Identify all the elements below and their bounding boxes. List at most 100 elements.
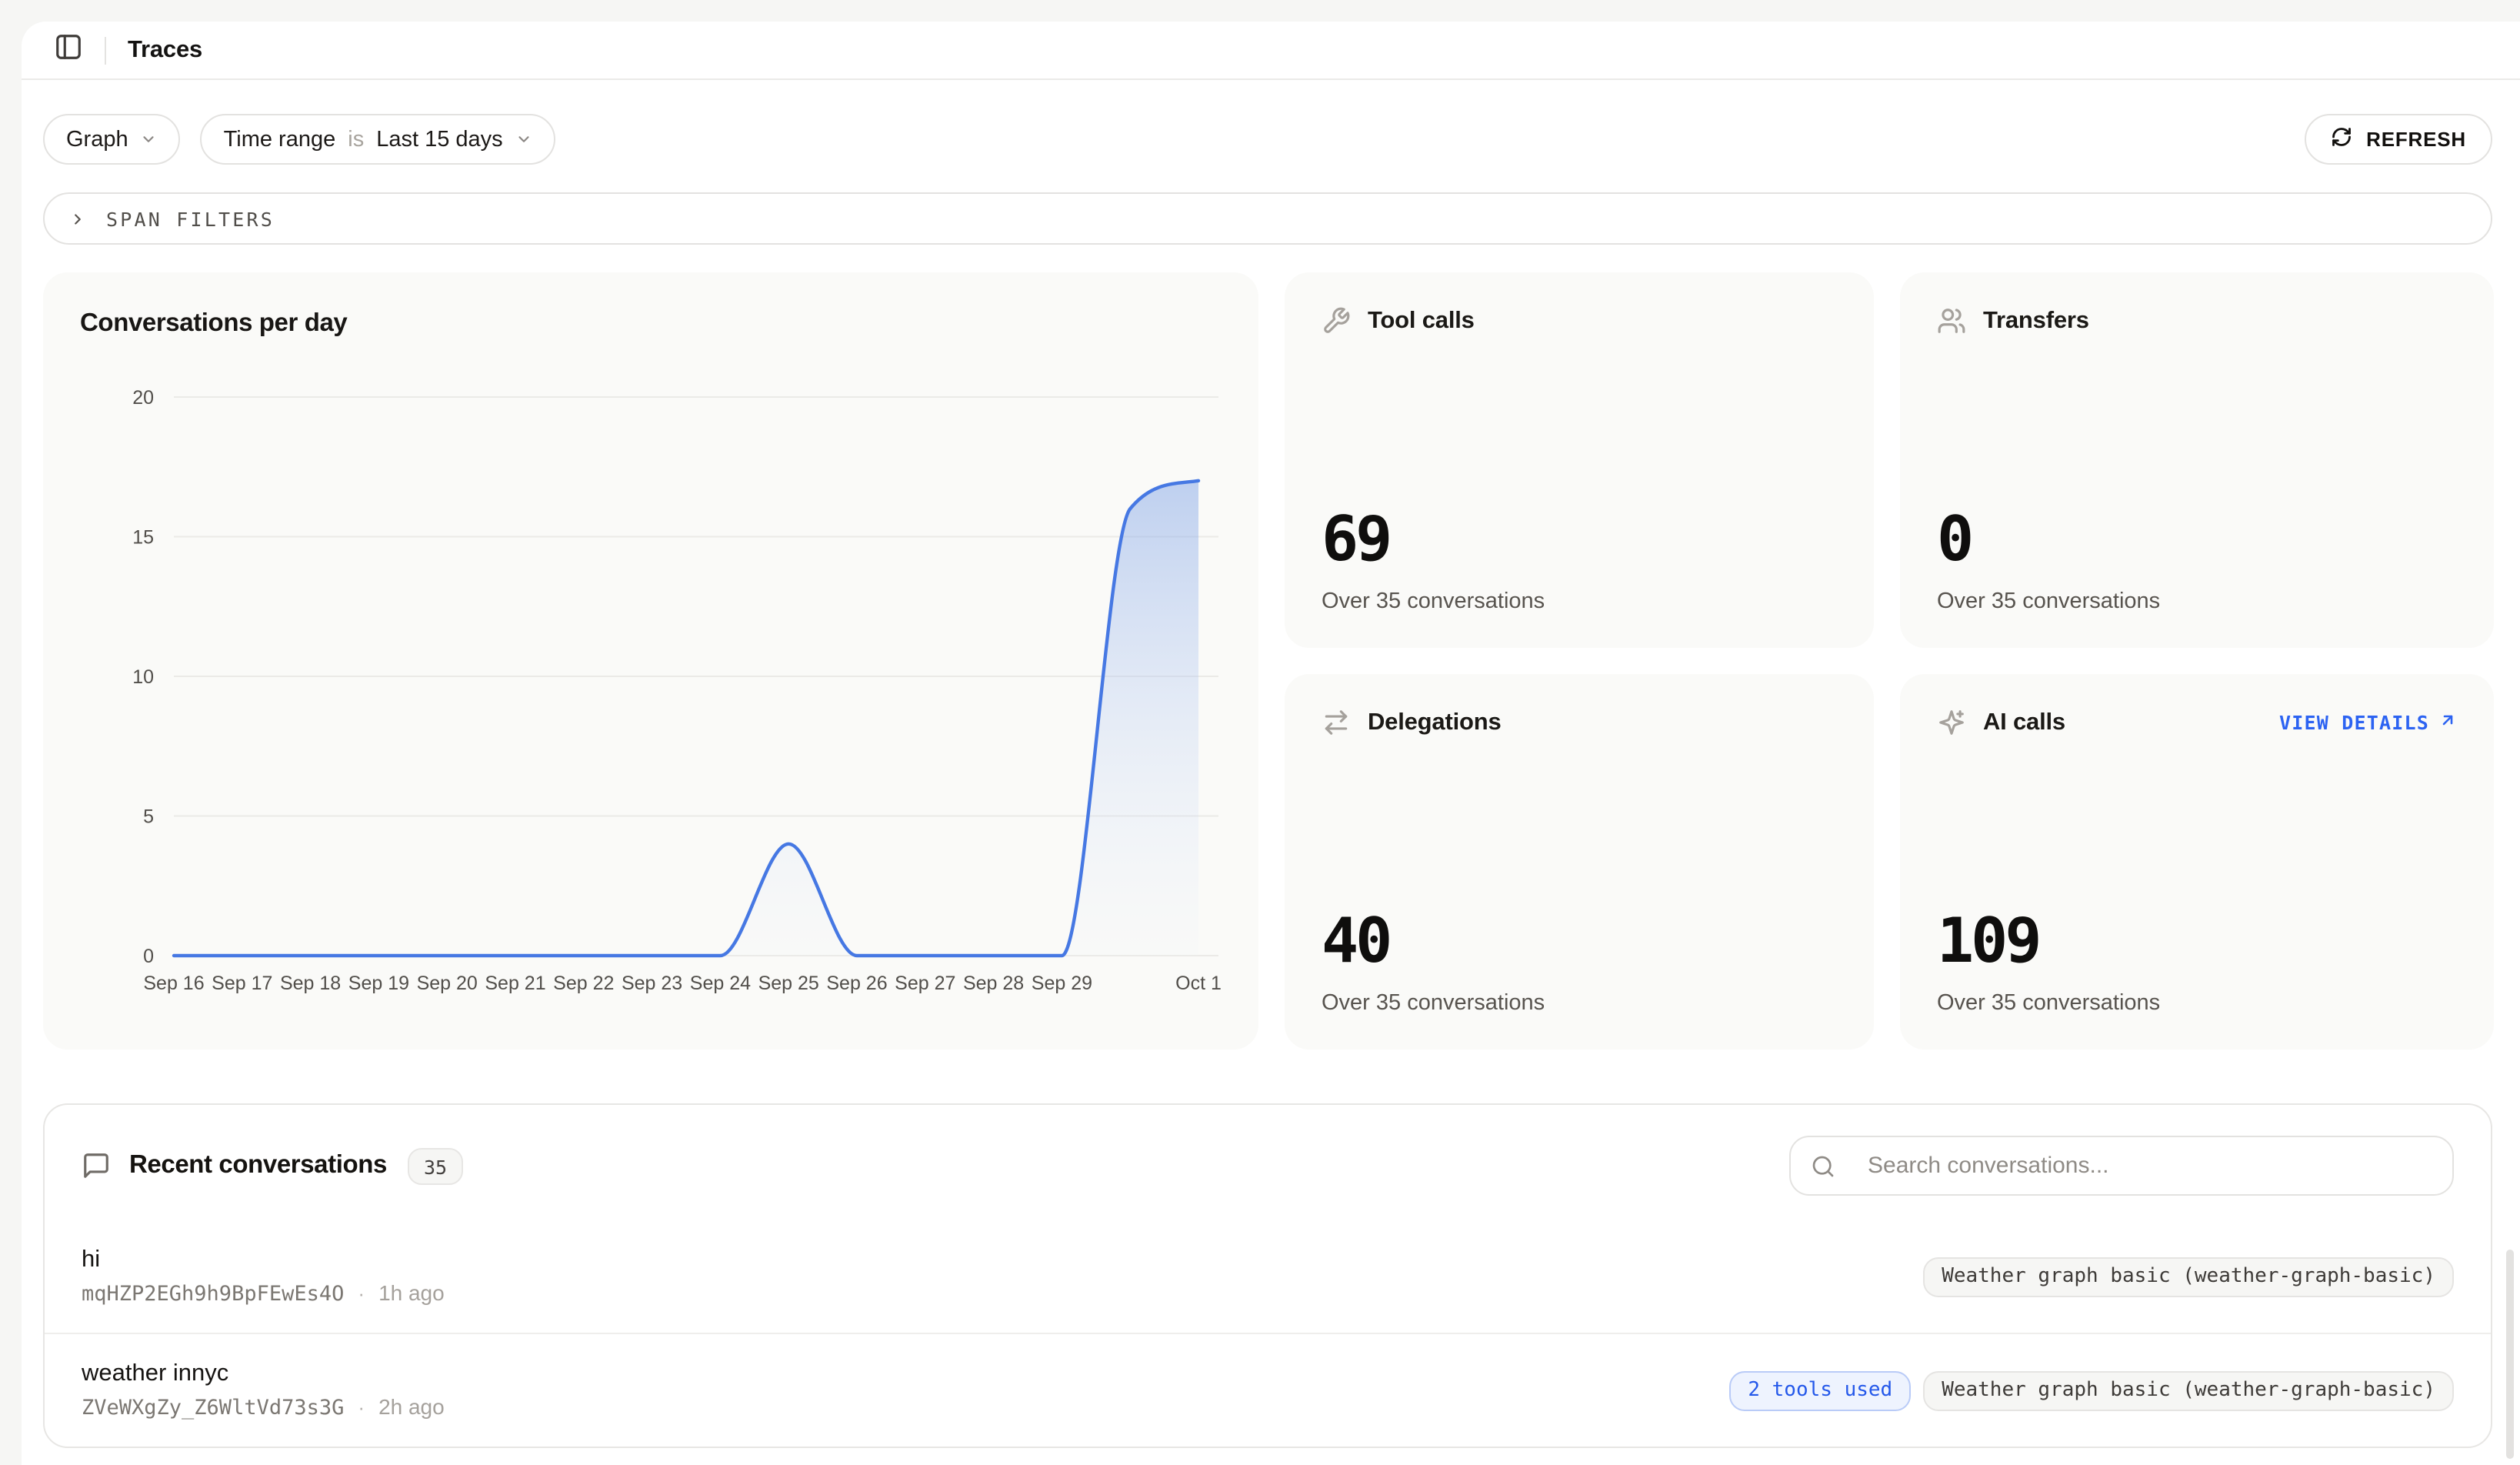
svg-text:5: 5 bbox=[143, 806, 154, 828]
refresh-label: REFRESH bbox=[2366, 128, 2466, 151]
meta-separator: · bbox=[358, 1282, 365, 1305]
conversation-title: weather innyc bbox=[82, 1360, 445, 1388]
svg-text:0: 0 bbox=[143, 946, 154, 967]
svg-text:Sep 26: Sep 26 bbox=[826, 973, 887, 994]
main-panel: Traces Graph Time range is Last 15 days bbox=[22, 22, 2520, 1465]
conversation-title: hi bbox=[82, 1246, 445, 1274]
chart-x-labels: Sep 16 Sep 17 Sep 18 Sep 19 Sep 20 Sep 21 Sep … bbox=[143, 973, 1222, 994]
search-input[interactable] bbox=[1868, 1153, 2432, 1179]
header-divider bbox=[105, 36, 106, 64]
span-filters-toggle[interactable]: SPAN FILTERS bbox=[43, 192, 2492, 245]
conversation-meta: ZVeWXgZy_Z6WltVd73s3G · 2h ago bbox=[82, 1394, 445, 1420]
view-details-label: VIEW DETAILS bbox=[2279, 711, 2429, 734]
view-details-link[interactable]: VIEW DETAILS bbox=[2279, 711, 2457, 734]
stat-card-transfers: Transfers 0 Over 35 conversations bbox=[1900, 272, 2494, 648]
chevron-down-icon bbox=[515, 131, 532, 148]
tools-used-tag: 2 tools used bbox=[1729, 1370, 1911, 1410]
view-mode-dropdown[interactable]: Graph bbox=[43, 114, 181, 165]
conversation-meta: mqHZP2EGh9h9BpFEwEs4O · 1h ago bbox=[82, 1280, 445, 1306]
header: Traces bbox=[22, 22, 2520, 80]
svg-text:Sep 16: Sep 16 bbox=[143, 973, 204, 994]
stat-label: AI calls bbox=[1983, 709, 2065, 736]
refresh-button[interactable]: REFRESH bbox=[2305, 114, 2492, 165]
chart-title: Conversations per day bbox=[80, 309, 1222, 339]
wrench-icon bbox=[1322, 306, 1351, 335]
chart-area bbox=[174, 481, 1198, 956]
stat-value: 109 bbox=[1937, 911, 2457, 973]
svg-text:Sep 20: Sep 20 bbox=[417, 973, 478, 994]
stat-caption: Over 35 conversations bbox=[1322, 589, 1837, 614]
row-main: weather innyc ZVeWXgZy_Z6WltVd73s3G · 2h… bbox=[82, 1360, 445, 1420]
span-filters-label: SPAN FILTERS bbox=[106, 207, 275, 230]
svg-text:Sep 23: Sep 23 bbox=[622, 973, 682, 994]
users-icon bbox=[1937, 306, 1966, 335]
dashboard-grid: Conversations per day 0 5 10 15 20 bbox=[43, 272, 2492, 1050]
stat-value: 69 bbox=[1322, 509, 1837, 571]
svg-text:Sep 22: Sep 22 bbox=[553, 973, 614, 994]
stat-caption: Over 35 conversations bbox=[1937, 589, 2457, 614]
refresh-icon bbox=[2331, 126, 2352, 152]
arrow-up-right-icon bbox=[2438, 711, 2457, 734]
svg-text:10: 10 bbox=[132, 666, 154, 688]
row-main: hi mqHZP2EGh9h9BpFEwEs4O · 1h ago bbox=[82, 1246, 445, 1306]
svg-text:Sep 24: Sep 24 bbox=[690, 973, 751, 994]
stat-card-tool-calls: Tool calls 69 Over 35 conversations bbox=[1285, 272, 1874, 648]
chevron-down-icon bbox=[141, 131, 158, 148]
conversation-id: ZVeWXgZy_Z6WltVd73s3G bbox=[82, 1396, 344, 1420]
search-icon bbox=[1811, 1153, 1835, 1178]
conversation-time: 1h ago bbox=[378, 1280, 445, 1305]
conversation-count-badge: 35 bbox=[408, 1147, 462, 1184]
sparkles-icon bbox=[1937, 708, 1966, 737]
stat-caption: Over 35 conversations bbox=[1322, 991, 1837, 1016]
time-range-operator: is bbox=[348, 127, 364, 152]
conversation-tags: 2 tools used Weather graph basic (weathe… bbox=[1729, 1370, 2454, 1410]
svg-text:Sep 17: Sep 17 bbox=[212, 973, 272, 994]
conversation-time: 2h ago bbox=[378, 1394, 445, 1419]
chart-gridlines bbox=[174, 397, 1218, 956]
svg-text:Sep 29: Sep 29 bbox=[1032, 973, 1092, 994]
stat-label: Transfers bbox=[1983, 307, 2089, 335]
stat-card-delegations: Delegations 40 Over 35 conversations bbox=[1285, 674, 1874, 1050]
meta-separator: · bbox=[358, 1396, 365, 1419]
time-range-field: Time range bbox=[224, 127, 336, 152]
conversations-chart: 05101520 Sep 16Sep 17Sep 18Sep 19Sep 20S… bbox=[80, 360, 1222, 1006]
svg-text:Sep 25: Sep 25 bbox=[758, 973, 819, 994]
recent-conversations-card: Recent conversations 35 hi mqHZP2EGh9h9B… bbox=[43, 1103, 2492, 1448]
conversations-chart-card: Conversations per day 0 5 10 15 20 bbox=[43, 272, 1258, 1050]
panel-left-icon bbox=[53, 32, 82, 68]
traces-page: Traces Graph Time range is Last 15 days bbox=[0, 0, 2520, 1465]
time-range-value: Last 15 days bbox=[376, 127, 502, 152]
chevron-right-icon bbox=[69, 210, 86, 227]
stat-caption: Over 35 conversations bbox=[1937, 991, 2457, 1016]
agent-tag: Weather graph basic (weather-graph-basic… bbox=[1923, 1370, 2454, 1410]
arrows-swap-icon bbox=[1322, 708, 1351, 737]
chart-line bbox=[174, 481, 1198, 956]
conversation-row[interactable]: hi mqHZP2EGh9h9BpFEwEs4O · 1h ago Weathe… bbox=[45, 1220, 2491, 1333]
svg-text:15: 15 bbox=[132, 527, 154, 549]
svg-text:Sep 27: Sep 27 bbox=[895, 973, 955, 994]
chart-y-labels: 0 5 10 15 20 bbox=[132, 387, 154, 967]
scrollbar-thumb[interactable] bbox=[2506, 1250, 2514, 1459]
stat-value: 0 bbox=[1937, 509, 2457, 571]
svg-text:Sep 19: Sep 19 bbox=[348, 973, 409, 994]
stat-value: 40 bbox=[1322, 911, 1837, 973]
view-mode-label: Graph bbox=[66, 127, 128, 152]
stat-card-ai-calls: AI calls VIEW DETAILS 109 Over 35 conver… bbox=[1900, 674, 2494, 1050]
recent-conversations-title: Recent conversations bbox=[129, 1151, 387, 1180]
time-range-dropdown[interactable]: Time range is Last 15 days bbox=[201, 114, 555, 165]
recent-conversations-header: Recent conversations 35 bbox=[45, 1105, 2491, 1220]
svg-text:Oct 1: Oct 1 bbox=[1175, 973, 1222, 994]
stat-label: Delegations bbox=[1368, 709, 1502, 736]
content: Graph Time range is Last 15 days bbox=[22, 114, 2520, 1448]
conversation-tags: Weather graph basic (weather-graph-basic… bbox=[1923, 1256, 2454, 1296]
svg-text:20: 20 bbox=[132, 387, 154, 409]
agent-tag: Weather graph basic (weather-graph-basic… bbox=[1923, 1256, 2454, 1296]
svg-text:Sep 21: Sep 21 bbox=[485, 973, 545, 994]
conversation-row[interactable]: weather innyc ZVeWXgZy_Z6WltVd73s3G · 2h… bbox=[45, 1333, 2491, 1447]
svg-text:Sep 28: Sep 28 bbox=[963, 973, 1024, 994]
filter-toolbar: Graph Time range is Last 15 days bbox=[43, 114, 2492, 165]
sidebar-toggle-button[interactable] bbox=[46, 28, 89, 72]
svg-text:Sep 18: Sep 18 bbox=[280, 973, 341, 994]
stat-label: Tool calls bbox=[1368, 307, 1475, 335]
search-box bbox=[1789, 1136, 2454, 1196]
